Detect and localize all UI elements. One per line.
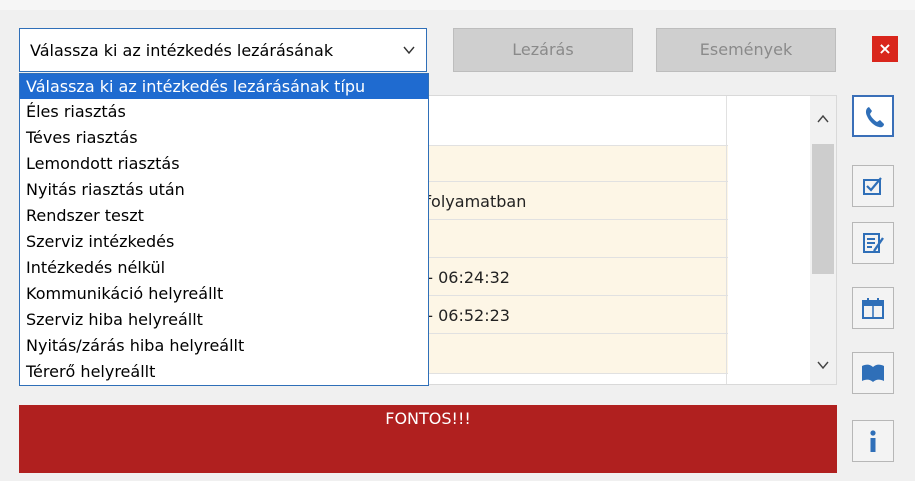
phone-icon [865,107,884,128]
notepad-icon [863,233,884,253]
scrollbar-thumb[interactable] [812,144,834,274]
closure-type-select[interactable]: Válassza ki az intézkedés lezárásának [19,28,427,72]
scroll-up-icon[interactable] [816,112,830,126]
dropdown-option[interactable]: Lemondott riasztás [20,151,428,177]
events-button[interactable]: Események [656,28,836,72]
closure-type-dropdown-list[interactable]: Válassza ki az intézkedés lezárásának tí… [19,73,429,386]
closure-type-select-value: Válassza ki az intézkedés lezárásának [30,41,334,60]
table-scrollbar[interactable] [810,96,836,384]
dropdown-option[interactable]: Szerviz intézkedés [20,229,428,255]
dropdown-option-placeholder[interactable]: Válassza ki az intézkedés lezárásának tí… [20,74,428,99]
column-divider [726,96,727,384]
important-banner: FONTOS!!! [19,405,837,473]
checkbox-tool-button[interactable] [852,165,894,207]
dropdown-option[interactable]: Rendszer teszt [20,203,428,229]
chevron-down-icon [403,46,415,55]
dropdown-option[interactable]: Térerő helyreállt [20,359,428,385]
dropdown-option[interactable]: Intézkedés nélkül [20,255,428,281]
top-strip [0,0,915,10]
notepad-tool-button[interactable] [852,222,894,264]
dropdown-option[interactable]: Kommunikáció helyreállt [20,281,428,307]
info-tool-button[interactable] [852,420,894,462]
checkbox-icon [863,177,882,195]
dropdown-option[interactable]: Éles riasztás [20,99,428,125]
close-action-button[interactable]: Lezárás [453,28,633,72]
scroll-down-icon[interactable] [816,358,830,372]
info-icon [870,430,876,452]
dropdown-option[interactable]: Szerviz hiba helyreállt [20,307,428,333]
dropdown-option[interactable]: Nyitás/zárás hiba helyreállt [20,333,428,359]
dropdown-option[interactable]: Nyitás riasztás után [20,177,428,203]
close-window-button[interactable]: × [872,36,898,62]
phone-tool-button[interactable] [852,95,894,137]
banner-text: FONTOS!!! [385,409,471,428]
calendar-icon [862,298,884,319]
book-tool-button[interactable] [852,352,894,394]
calendar-tool-button[interactable] [852,287,894,329]
book-icon [862,364,884,382]
dropdown-option[interactable]: Téves riasztás [20,125,428,151]
close-icon: × [878,39,892,58]
